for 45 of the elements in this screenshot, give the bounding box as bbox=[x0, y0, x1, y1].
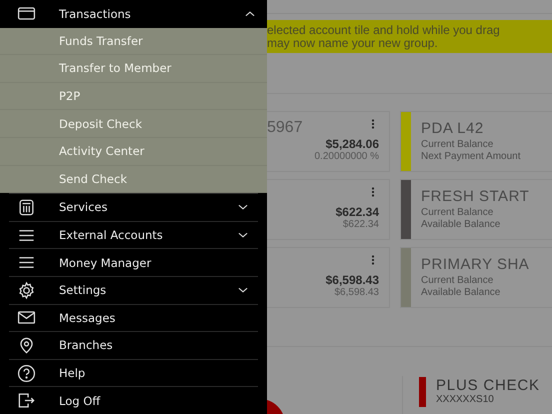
balance-amount: $6,598.43 bbox=[324, 273, 379, 287]
menu-item[interactable]: Money Manager bbox=[9, 248, 258, 276]
account-card[interactable]: 5967 $5,284.06 0.20000000 % bbox=[267, 111, 390, 172]
logout-icon bbox=[17, 391, 36, 410]
menu-item[interactable]: Help bbox=[9, 358, 258, 386]
menu-item[interactable]: External Accounts bbox=[9, 220, 258, 248]
help-icon bbox=[17, 364, 36, 383]
balance-label: Current Balance bbox=[421, 139, 494, 151]
menu-item[interactable]: Log Off bbox=[9, 386, 258, 414]
balance-detail: $6,598.43 bbox=[334, 287, 379, 298]
balance-label: Current Balance bbox=[421, 275, 494, 287]
menu-item[interactable]: Services bbox=[9, 193, 258, 221]
submenu-item[interactable]: Funds Transfer bbox=[0, 28, 267, 56]
account-card[interactable]: $6,598.43 $6,598.43 bbox=[267, 247, 390, 308]
menu-item[interactable]: Settings bbox=[9, 276, 258, 304]
calculator-icon bbox=[17, 198, 36, 217]
account-card[interactable]: PRIMARY SHA Current Balance Available Balance bbox=[400, 247, 552, 308]
menu-item[interactable]: Branches bbox=[9, 331, 258, 359]
account-name: 5967 bbox=[267, 119, 303, 137]
banner-text: may now name your new group. bbox=[267, 36, 439, 50]
submenu-item[interactable]: Deposit Check bbox=[0, 110, 267, 138]
account-name: PRIMARY SHA bbox=[421, 256, 530, 273]
submenu-item[interactable]: Activity Center bbox=[0, 138, 267, 166]
submenu-item[interactable]: P2P bbox=[0, 82, 267, 110]
account-card[interactable]: PLUS CHECK XXXXXXS10 bbox=[419, 377, 540, 407]
settings-icon bbox=[17, 280, 36, 300]
account-name: PDA L42 bbox=[421, 120, 485, 137]
banner-text: elected account tile and hold while you drag bbox=[267, 24, 501, 36]
account-card[interactable]: $622.34 $622.34 bbox=[267, 179, 390, 240]
balance-label: Available Balance bbox=[421, 287, 502, 299]
balance-detail: $622.34 bbox=[342, 219, 379, 230]
account-name: PLUS CHECK bbox=[436, 377, 540, 394]
account-name: FRESH START bbox=[421, 188, 530, 205]
balance-amount: $622.34 bbox=[334, 205, 379, 219]
account-number: XXXXXXS10 bbox=[436, 394, 495, 405]
balance-label: Next Payment Amount bbox=[421, 151, 520, 163]
balance-label: Available Balance bbox=[421, 219, 502, 231]
balance-label: Current Balance bbox=[421, 207, 494, 219]
menu-item[interactable]: Messages bbox=[9, 304, 258, 332]
account-card[interactable]: PDA L42 Current Balance Next Payment Amount bbox=[400, 111, 552, 172]
submenu-item[interactable]: Transfer to Member bbox=[0, 55, 267, 83]
account-card[interactable]: FRESH START Current Balance Available Balance bbox=[400, 179, 552, 240]
balance-amount: $5,284.06 bbox=[324, 137, 379, 151]
balance-detail: 0.20000000 % bbox=[313, 151, 379, 162]
submenu-item[interactable]: Send Check bbox=[0, 166, 267, 194]
